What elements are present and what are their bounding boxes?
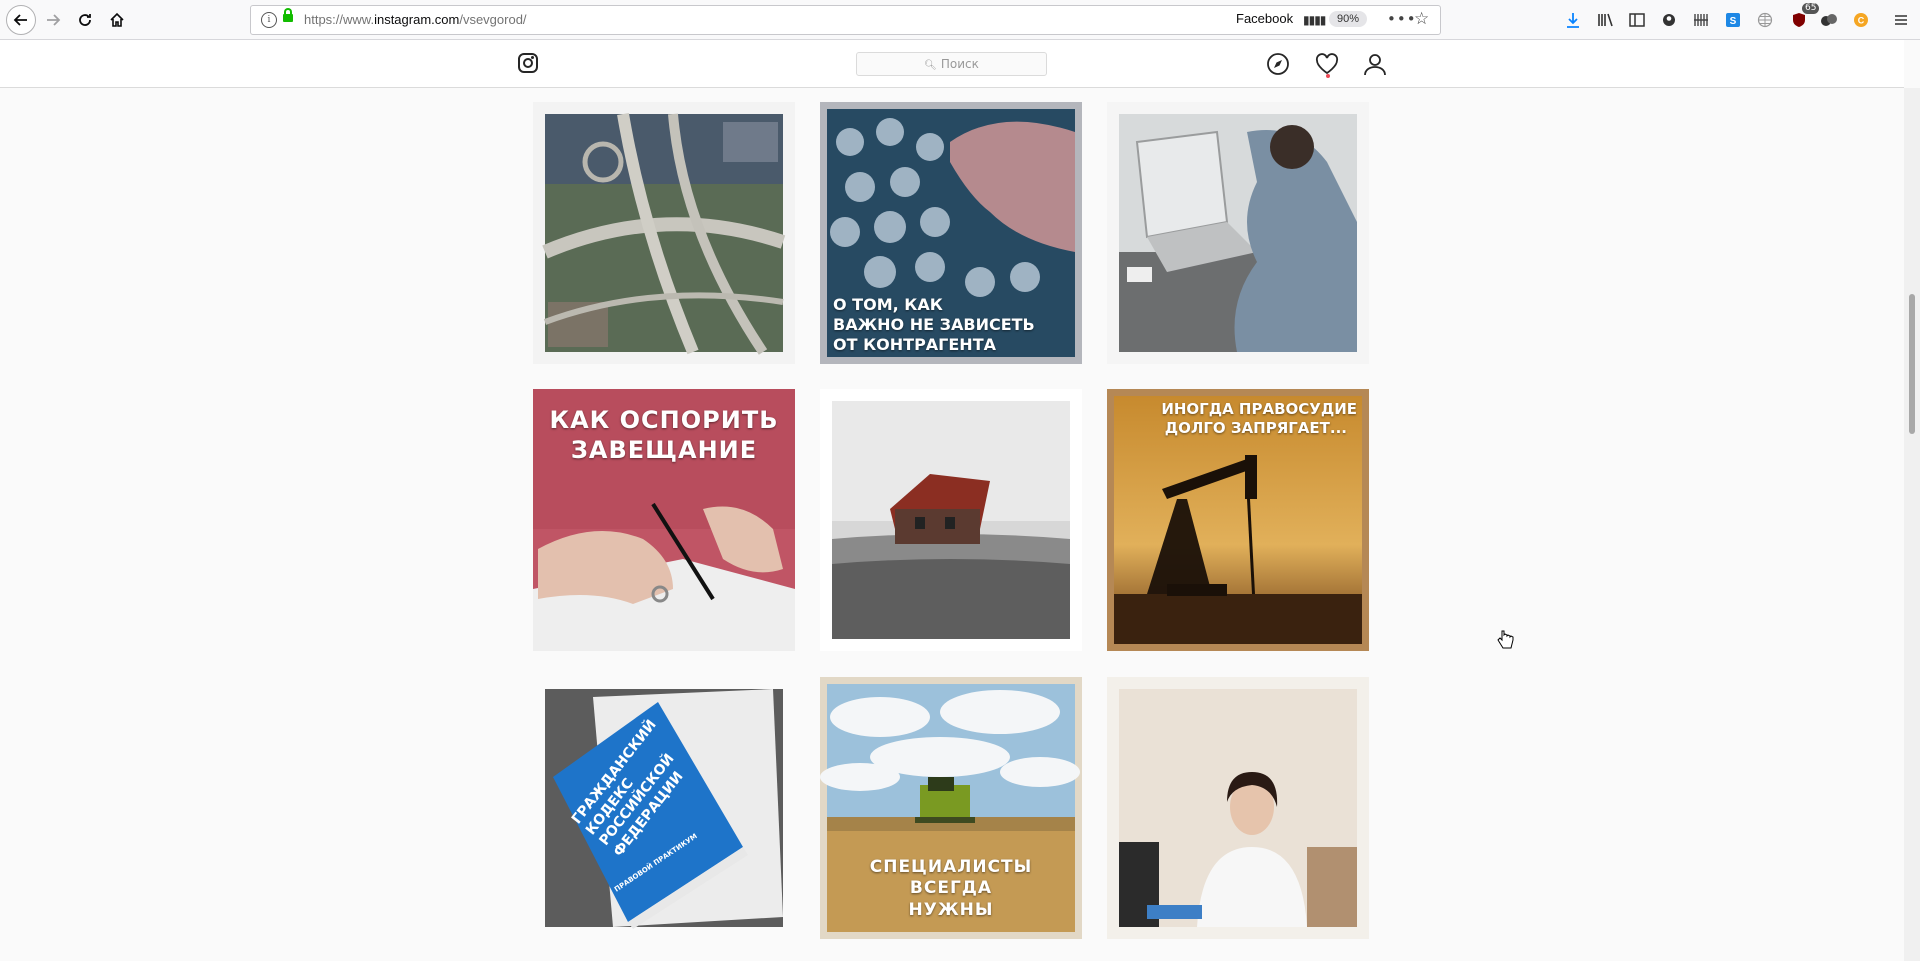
post-tile[interactable] (820, 389, 1082, 651)
caption-line: ДОЛГО ЗАПРЯГАЕТ... (1164, 418, 1347, 437)
zoom-indicator[interactable]: 90% (1329, 11, 1368, 27)
caption-line: ВАЖНО НЕ ЗАВИСЕТЬ (833, 315, 1035, 334)
post-caption: ИНОГДА ПРАВОСУДИЕ ДОЛГО ЗАПРЯГАЕТ... (1107, 400, 1369, 438)
post-tile[interactable]: ГРАЖДАНСКИЙ КОДЕКС РОССИЙСКОЙ ФЕДЕРАЦИИ … (533, 677, 795, 939)
post-caption: О ТОМ, КАК ВАЖНО НЕ ЗАВИСЕТЬ ОТ КОНТРАГЕ… (833, 295, 1035, 355)
post-image-house (820, 389, 1082, 651)
bookmark-star-icon[interactable]: ☆ (1414, 9, 1429, 29)
arrow-right-icon (47, 14, 61, 26)
hand-cursor-icon (1496, 630, 1514, 655)
instagram-header: 🔍︎ Поиск (0, 40, 1904, 88)
caption-line: ОТ КОНТРАГЕНТА (833, 335, 996, 354)
caption-line: ВСЕГДА (909, 878, 993, 899)
svg-text:S: S (1730, 16, 1737, 27)
download-icon[interactable] (1563, 10, 1583, 30)
explore-compass-icon[interactable] (1264, 50, 1292, 78)
back-button[interactable] (6, 5, 36, 35)
search-input[interactable]: 🔍︎ Поиск (856, 52, 1047, 76)
url-path: /vsevgorod/ (459, 12, 527, 27)
post-image-highway (533, 102, 795, 364)
extension-bars-icon[interactable] (1691, 10, 1711, 30)
container-icon[interactable]: ▮▮▮▮ (1303, 13, 1326, 27)
post-caption: СПЕЦИАЛИСТЫ ВСЕГДА НУЖНЫ (820, 857, 1082, 921)
page-actions-icon[interactable]: ••• (1387, 10, 1417, 28)
url-bar[interactable]: i https://www.instagram.com/vsevgorod/ F… (250, 5, 1441, 35)
caption-line: СПЕЦИАЛИСТЫ (869, 857, 1033, 877)
caption-line: ИНОГДА ПРАВОСУДИЕ (1161, 400, 1357, 418)
caption-line: ЗАВЕЩАНИЕ (570, 436, 758, 464)
post-tile[interactable]: КАК ОСПОРИТЬ ЗАВЕЩАНИЕ (533, 389, 795, 651)
post-tile[interactable]: О ТОМ, КАК ВАЖНО НЕ ЗАВИСЕТЬ ОТ КОНТРАГЕ… (820, 102, 1082, 364)
facebook-container-label[interactable]: Facebook (1236, 11, 1293, 26)
caption-line: НУЖНЫ (908, 899, 994, 920)
post-tile[interactable] (1107, 102, 1369, 364)
search-placeholder: Поиск (940, 57, 979, 71)
extension-eye-icon[interactable] (1819, 10, 1839, 30)
lock-icon[interactable] (283, 8, 293, 22)
url-domain: instagram.com (374, 12, 460, 27)
url-text[interactable]: https://www.instagram.com/vsevgorod/ (304, 12, 527, 27)
sidebar-icon[interactable] (1627, 10, 1647, 30)
svg-text:C: C (1858, 16, 1865, 26)
instagram-logo-icon[interactable] (518, 53, 538, 73)
skype-extension-icon[interactable]: S (1723, 10, 1743, 30)
extension-orange-icon[interactable]: C (1851, 10, 1871, 30)
notification-badge: 65 (1802, 3, 1820, 14)
globe-icon[interactable] (1755, 10, 1775, 30)
post-caption: КАК ОСПОРИТЬ ЗАВЕЩАНИЕ (533, 405, 795, 465)
post-tile[interactable] (533, 102, 795, 364)
browser-toolbar: i https://www.instagram.com/vsevgorod/ F… (0, 0, 1920, 40)
post-tile[interactable]: СПЕЦИАЛИСТЫ ВСЕГДА НУЖНЫ (820, 677, 1082, 939)
info-icon[interactable]: i (261, 12, 277, 28)
post-image-office-woman (1107, 677, 1369, 939)
account-icon[interactable] (1659, 10, 1679, 30)
home-button[interactable] (104, 7, 130, 33)
caption-line: О ТОМ, КАК (833, 295, 943, 314)
arrow-left-icon (13, 14, 27, 26)
scrollbar-thumb[interactable] (1909, 294, 1915, 434)
caption-line: КАК ОСПОРИТЬ (549, 406, 779, 434)
library-icon[interactable] (1595, 10, 1615, 30)
home-icon (110, 12, 124, 27)
reload-icon (79, 14, 91, 26)
menu-icon[interactable] (1891, 10, 1911, 30)
page-scrollbar[interactable] (1904, 88, 1920, 961)
url-prefix: https://www. (304, 12, 375, 27)
forward-button[interactable] (40, 7, 66, 33)
post-tile[interactable]: ИНОГДА ПРАВОСУДИЕ ДОЛГО ЗАПРЯГАЕТ... (1107, 389, 1369, 651)
activity-notification-dot (1326, 74, 1330, 78)
post-tile[interactable] (1107, 677, 1369, 939)
profile-icon[interactable] (1361, 50, 1389, 78)
search-icon: 🔍︎ (924, 60, 937, 71)
reload-button[interactable] (72, 7, 98, 33)
post-image-laptop (1107, 102, 1369, 364)
